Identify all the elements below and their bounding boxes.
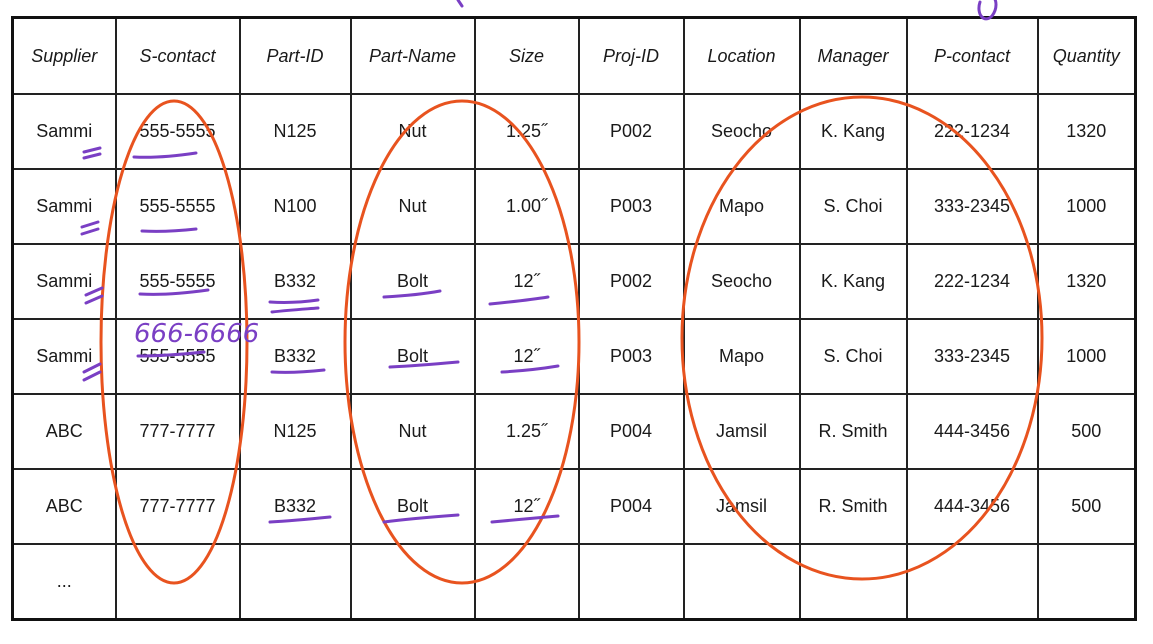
cell-part-id: N125 bbox=[238, 93, 352, 170]
empty-cell bbox=[1036, 543, 1137, 621]
cell-quantity: 500 bbox=[1036, 468, 1137, 545]
header-quantity: Quantity bbox=[1036, 16, 1137, 95]
pen-mark-top bbox=[456, 0, 464, 8]
cell-s-contact: 555-5555 bbox=[114, 243, 241, 320]
cell-proj-id: P002 bbox=[577, 93, 685, 170]
cell-proj-id: P004 bbox=[577, 393, 685, 470]
cell-manager: S. Choi bbox=[798, 318, 908, 395]
cell-manager: R. Smith bbox=[798, 393, 908, 470]
ellipsis-cell: ... bbox=[11, 543, 117, 621]
cell-s-contact: 555-5555 bbox=[114, 318, 241, 395]
header-p-contact: P-contact bbox=[905, 16, 1039, 95]
cell-proj-id: P003 bbox=[577, 318, 685, 395]
cell-size: 12˝ bbox=[473, 468, 580, 545]
empty-cell bbox=[577, 543, 685, 621]
cell-part-name: Nut bbox=[349, 168, 476, 245]
cell-supplier: Sammi bbox=[11, 93, 117, 170]
cell-p-contact: 444-3456 bbox=[905, 468, 1039, 545]
cell-location: Jamsil bbox=[682, 393, 801, 470]
cell-s-contact: 555-5555 bbox=[114, 168, 241, 245]
empty-cell bbox=[238, 543, 352, 621]
header-part-id: Part-ID bbox=[238, 16, 352, 95]
cell-manager: K. Kang bbox=[798, 243, 908, 320]
cell-location: Seocho bbox=[682, 93, 801, 170]
cell-size: 1.25˝ bbox=[473, 393, 580, 470]
header-part-name: Part-Name bbox=[349, 16, 476, 95]
slide: Supplier S-contact Part-ID Part-Name Siz… bbox=[0, 0, 1153, 644]
cell-part-id: B332 bbox=[238, 468, 352, 545]
header-supplier: Supplier bbox=[11, 16, 117, 95]
cell-quantity: 500 bbox=[1036, 393, 1137, 470]
table-row: Sammi 555-5555 B332 Bolt 12˝ P003 Mapo S… bbox=[11, 318, 1137, 395]
cell-manager: S. Choi bbox=[798, 168, 908, 245]
cell-quantity: 1000 bbox=[1036, 168, 1137, 245]
cell-part-name: Nut bbox=[349, 93, 476, 170]
cell-part-name: Nut bbox=[349, 393, 476, 470]
cell-size: 1.00˝ bbox=[473, 168, 580, 245]
cell-p-contact: 333-2345 bbox=[905, 168, 1039, 245]
empty-cell bbox=[798, 543, 908, 621]
cell-quantity: 1320 bbox=[1036, 243, 1137, 320]
cell-size: 1.25˝ bbox=[473, 93, 580, 170]
cell-s-contact: 777-7777 bbox=[114, 468, 241, 545]
cell-proj-id: P002 bbox=[577, 243, 685, 320]
cell-manager: R. Smith bbox=[798, 468, 908, 545]
empty-cell bbox=[905, 543, 1039, 621]
header-proj-id: Proj-ID bbox=[577, 16, 685, 95]
cell-supplier: Sammi bbox=[11, 243, 117, 320]
cell-proj-id: P004 bbox=[577, 468, 685, 545]
cell-s-contact: 555-5555 bbox=[114, 93, 241, 170]
header-size: Size bbox=[473, 16, 580, 95]
cell-p-contact: 222-1234 bbox=[905, 243, 1039, 320]
cell-manager: K. Kang bbox=[798, 93, 908, 170]
relation-table: Supplier S-contact Part-ID Part-Name Siz… bbox=[11, 16, 1137, 621]
cell-part-id: B332 bbox=[238, 318, 352, 395]
empty-cell bbox=[473, 543, 580, 621]
empty-cell bbox=[349, 543, 476, 621]
cell-location: Mapo bbox=[682, 168, 801, 245]
cell-part-name: Bolt bbox=[349, 468, 476, 545]
cell-p-contact: 333-2345 bbox=[905, 318, 1039, 395]
cell-supplier: ABC bbox=[11, 393, 117, 470]
cell-quantity: 1000 bbox=[1036, 318, 1137, 395]
cell-part-id: N100 bbox=[238, 168, 352, 245]
table-row-ellipsis: ... bbox=[11, 543, 1137, 621]
cell-size: 12˝ bbox=[473, 318, 580, 395]
header-manager: Manager bbox=[798, 16, 908, 95]
table-row: ABC 777-7777 B332 Bolt 12˝ P004 Jamsil R… bbox=[11, 468, 1137, 545]
cell-location: Mapo bbox=[682, 318, 801, 395]
cell-part-name: Bolt bbox=[349, 243, 476, 320]
cell-size: 12˝ bbox=[473, 243, 580, 320]
cell-part-name: Bolt bbox=[349, 318, 476, 395]
cell-p-contact: 444-3456 bbox=[905, 393, 1039, 470]
table-row: Sammi 555-5555 N100 Nut 1.00˝ P003 Mapo … bbox=[11, 168, 1137, 245]
cell-part-id: N125 bbox=[238, 393, 352, 470]
empty-cell bbox=[682, 543, 801, 621]
cell-proj-id: P003 bbox=[577, 168, 685, 245]
table-row: Sammi 555-5555 N125 Nut 1.25˝ P002 Seoch… bbox=[11, 93, 1137, 170]
cell-supplier: Sammi bbox=[11, 168, 117, 245]
cell-supplier: Sammi bbox=[11, 318, 117, 395]
header-row: Supplier S-contact Part-ID Part-Name Siz… bbox=[11, 16, 1137, 95]
cell-quantity: 1320 bbox=[1036, 93, 1137, 170]
header-location: Location bbox=[682, 16, 801, 95]
cell-location: Jamsil bbox=[682, 468, 801, 545]
table-row: ABC 777-7777 N125 Nut 1.25˝ P004 Jamsil … bbox=[11, 393, 1137, 470]
cell-p-contact: 222-1234 bbox=[905, 93, 1039, 170]
table-row: Sammi 555-5555 B332 Bolt 12˝ P002 Seocho… bbox=[11, 243, 1137, 320]
cell-s-contact: 777-7777 bbox=[114, 393, 241, 470]
cell-location: Seocho bbox=[682, 243, 801, 320]
header-s-contact: S-contact bbox=[114, 16, 241, 95]
empty-cell bbox=[114, 543, 241, 621]
cell-supplier: ABC bbox=[11, 468, 117, 545]
cell-part-id: B332 bbox=[238, 243, 352, 320]
